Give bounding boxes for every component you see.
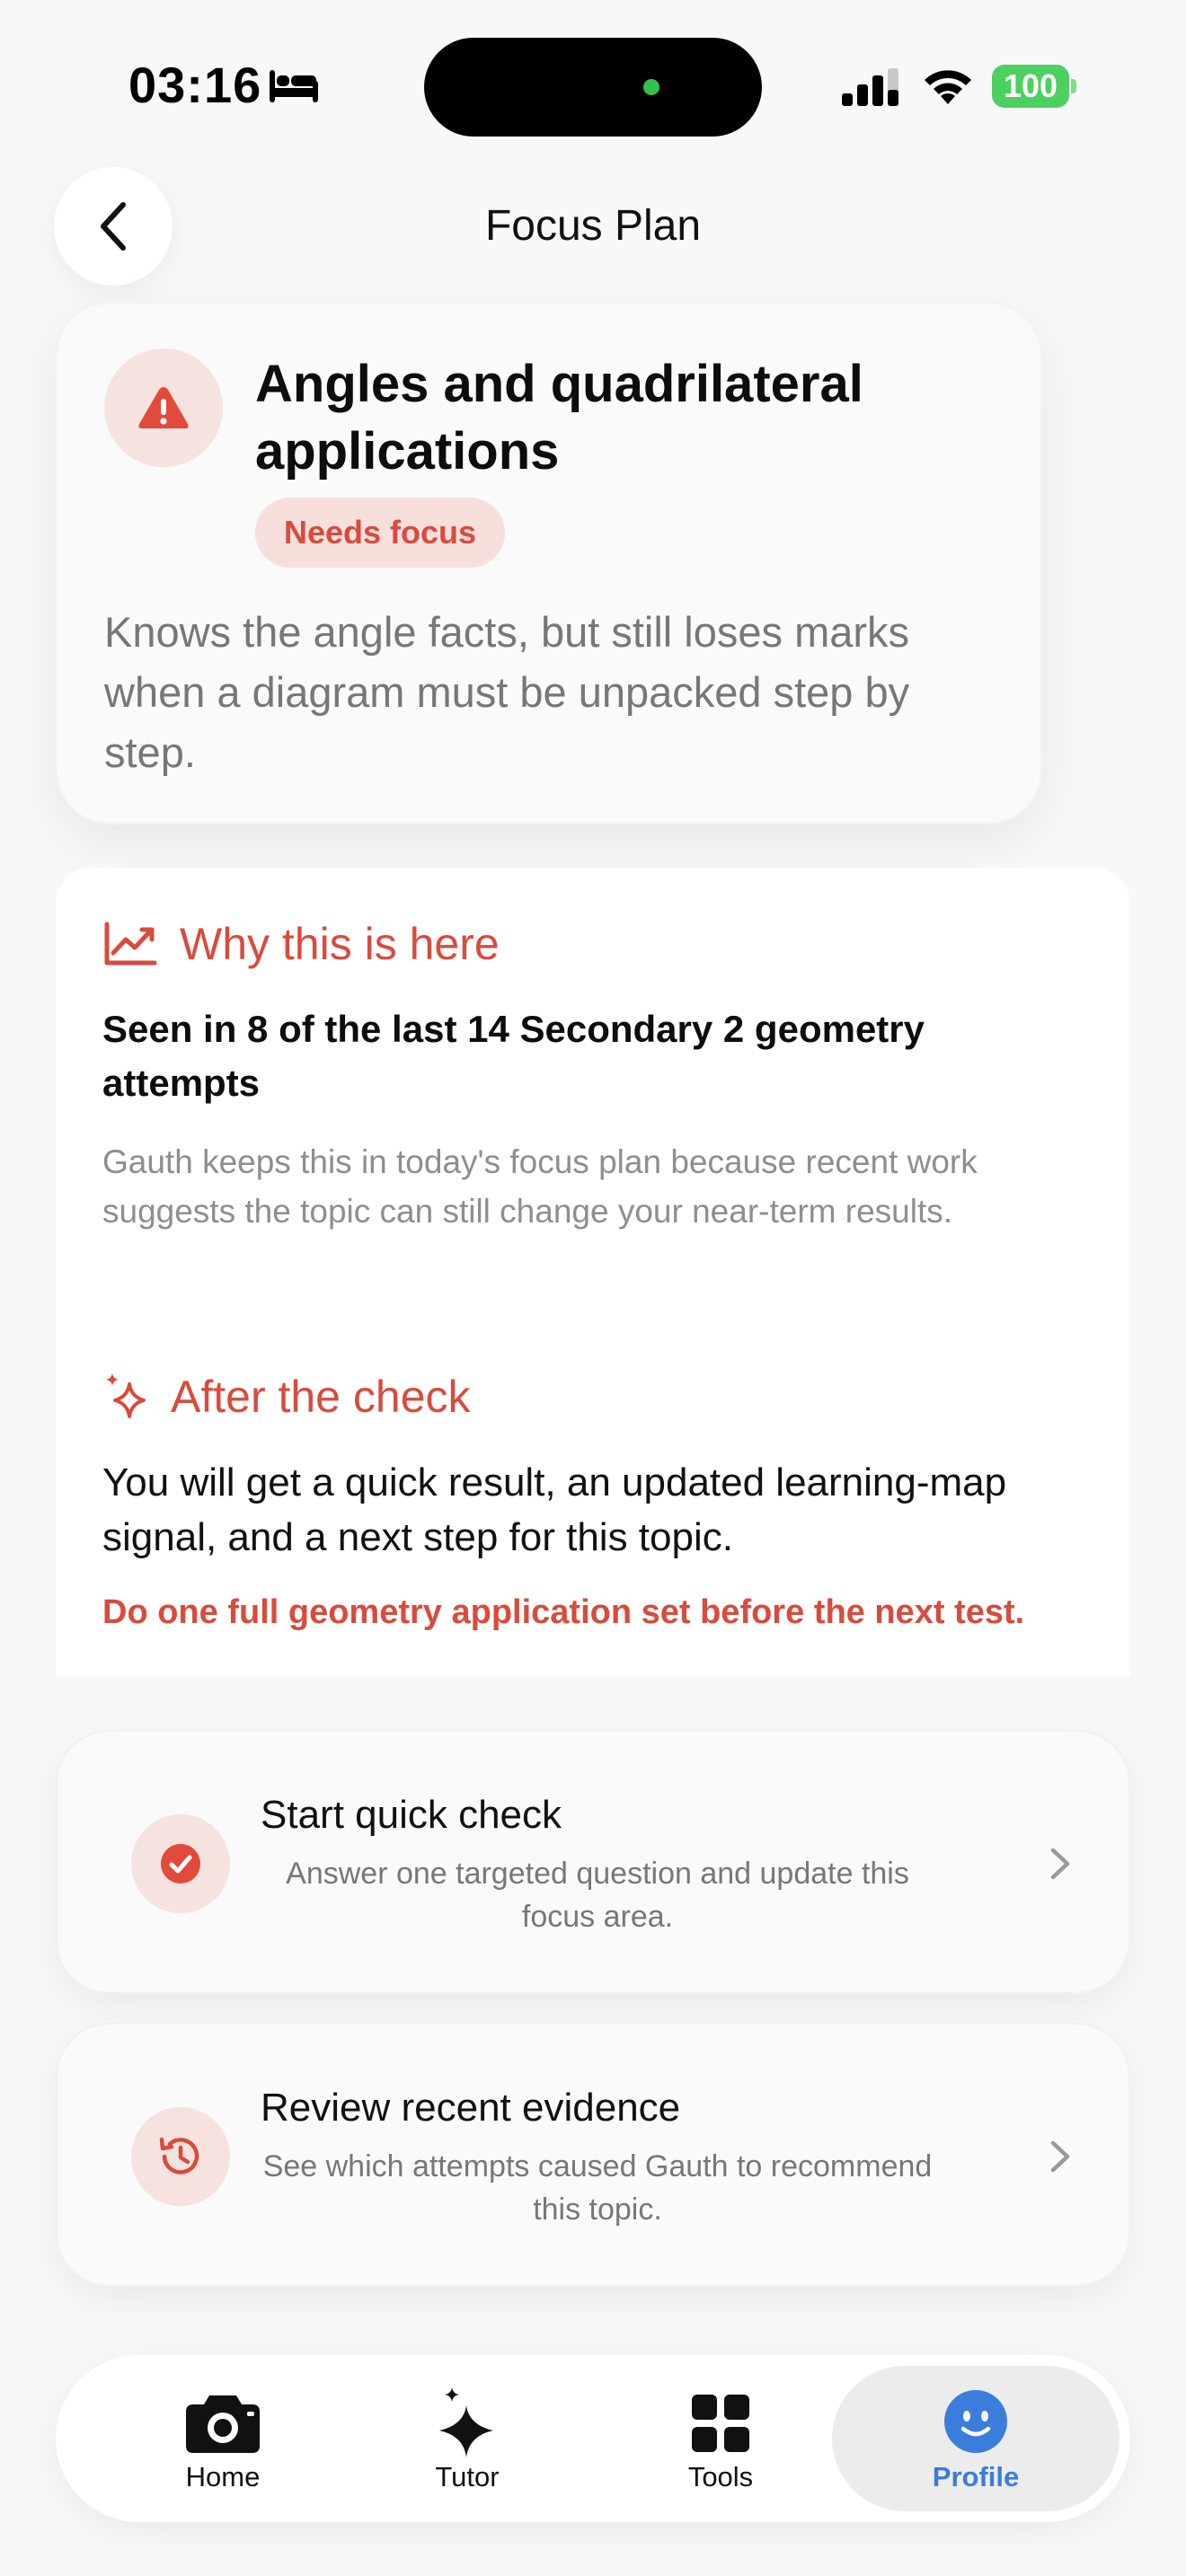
review-icon-badge [131, 2107, 230, 2206]
camera-icon [182, 2387, 263, 2459]
tab-home[interactable]: Home [97, 2355, 349, 2522]
sparkles-icon [427, 2387, 508, 2459]
topic-title: Angles and quadrilateral applications [255, 355, 863, 481]
needs-focus-badge: Needs focus [255, 498, 506, 568]
start-quick-check-card[interactable]: Start quick check Answer one targeted qu… [56, 1730, 1130, 1994]
why-description: Gauth keeps this in today's focus plan b… [102, 1143, 978, 1230]
tab-tutor-label: Tutor [435, 2461, 500, 2492]
next-step-recommendation: Do one full geometry application set bef… [102, 1593, 1025, 1631]
info-section: Why this is here Seen in 8 of the last 1… [56, 868, 1130, 1676]
battery-tip [1071, 79, 1076, 93]
review-recent-evidence-card[interactable]: Review recent evidence See which attempt… [56, 2023, 1130, 2287]
why-heading: Why this is here [102, 918, 500, 970]
tab-profile[interactable]: Profile [832, 2366, 1120, 2511]
dynamic-island [424, 38, 762, 137]
check-circle-icon [161, 1844, 200, 1883]
chevron-right-icon [1050, 1848, 1070, 1880]
review-title: Review recent evidence [261, 2086, 681, 2130]
tab-tools-label: Tools [687, 2461, 754, 2492]
quick-check-description: Answer one targeted question and update … [286, 1857, 909, 1934]
tab-tools[interactable]: Tools [595, 2355, 846, 2522]
tab-profile-label: Profile [932, 2461, 1020, 2492]
smiley-avatar-icon [935, 2386, 1016, 2457]
cellular-signal-icon [842, 68, 898, 106]
sparkle-icon [106, 1373, 146, 1418]
why-heading-label: Why this is here [180, 919, 500, 969]
tab-tutor[interactable]: Tutor [341, 2355, 593, 2522]
camera-indicator-dot [643, 79, 659, 95]
focus-plan-screen: 03:16 100 Focus Plan Angles and quadrila… [0, 0, 1186, 2576]
why-subheading: Seen in 8 of the last 14 Secondary 2 geo… [102, 1008, 925, 1104]
status-time: 03:16 [128, 57, 262, 113]
after-subheading: You will get a quick result, an updated … [102, 1460, 1007, 1559]
topic-card: Angles and quadrilateral applications Ne… [56, 302, 1042, 825]
review-description: See which attempts caused Gauth to recom… [262, 2149, 933, 2227]
tab-home-label: Home [185, 2461, 261, 2492]
chevron-right-icon [1050, 2140, 1070, 2173]
grid-icon [680, 2387, 761, 2459]
after-heading-label: After the check [171, 1372, 471, 1422]
sleep-focus-icon [270, 70, 318, 102]
warning-badge [104, 348, 223, 467]
battery-indicator: 100 [992, 65, 1076, 108]
quick-check-title: Start quick check [261, 1793, 562, 1837]
status-bar: 03:16 100 [0, 0, 1186, 153]
page-title: Focus Plan [484, 202, 702, 250]
battery-level: 100 [992, 65, 1069, 108]
trending-up-chart-icon [104, 922, 157, 966]
after-heading: After the check [102, 1371, 471, 1423]
wifi-icon [925, 70, 971, 104]
topic-description: Knows the angle facts, but still loses m… [104, 608, 910, 776]
history-icon [159, 2137, 199, 2175]
bottom-tab-bar: Home Tutor Tools Profile [56, 2355, 1130, 2522]
warning-triangle-icon [138, 387, 189, 428]
quick-check-icon-badge [131, 1814, 230, 1913]
